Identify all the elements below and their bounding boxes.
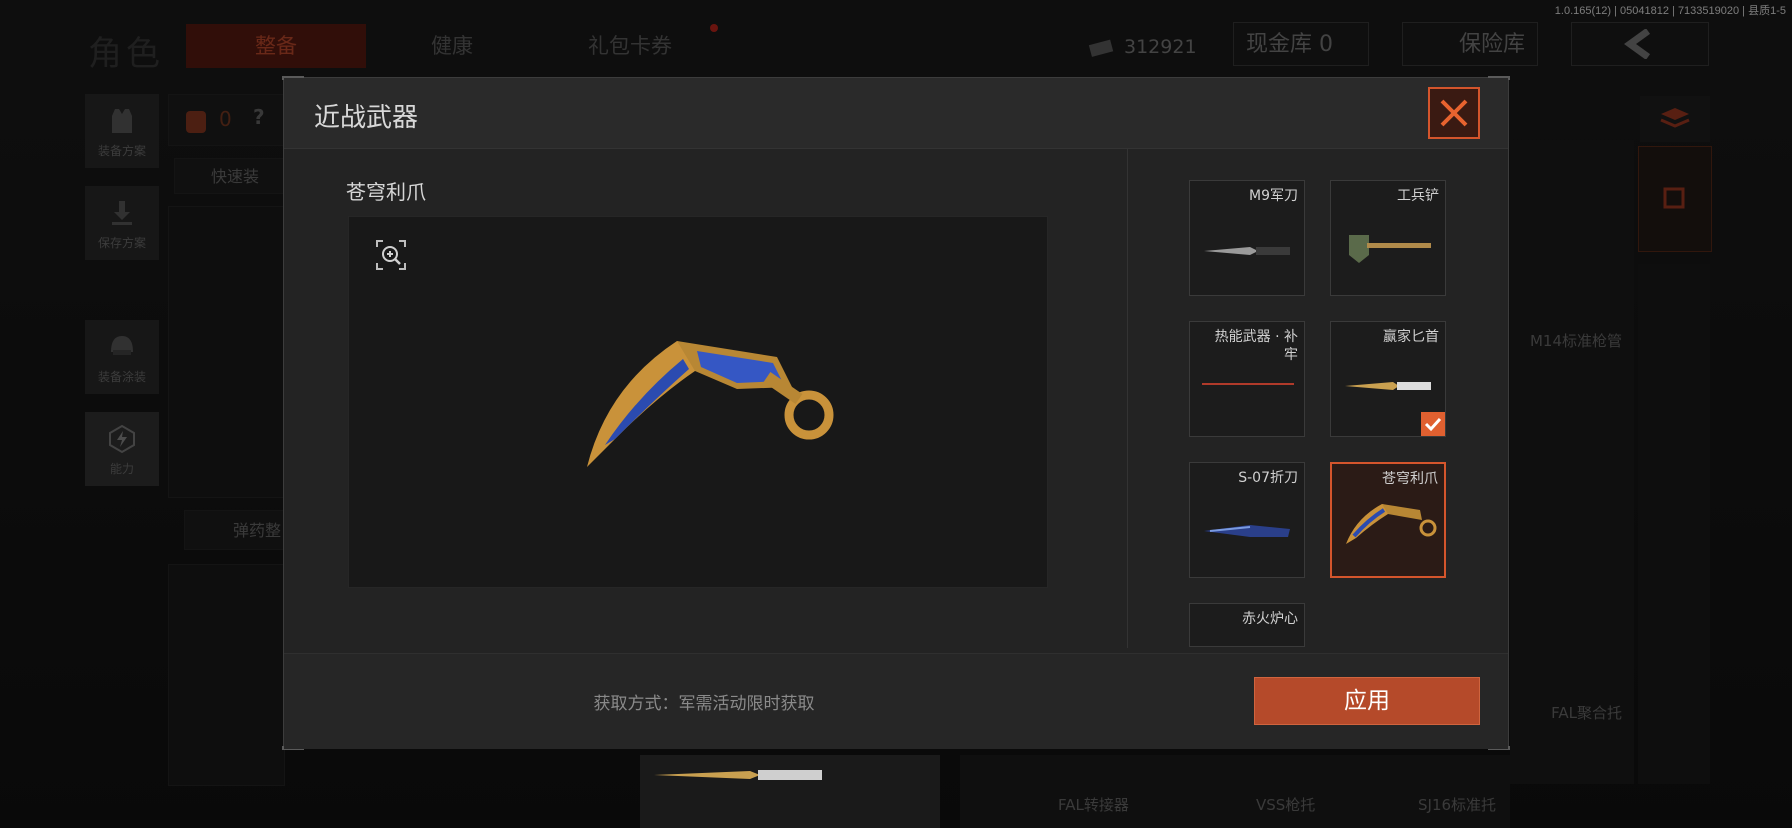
weapon-item-s07[interactable]: S-07折刀 bbox=[1189, 462, 1305, 578]
acquire-method: 获取方式：军需活动限时获取 bbox=[593, 694, 815, 714]
weapon-item-thermal[interactable]: 热能武器 · 补牢 bbox=[1189, 321, 1305, 437]
melee-weapon-dialog: 近战武器 苍穹利爪 M9军刀 工兵铲 热能武器 · 补牢 赢家匕首 S-07折刀… bbox=[282, 76, 1510, 750]
weapon-item-label: S-07折刀 bbox=[1238, 470, 1298, 486]
weapon-item-label: 赤火炉心 bbox=[1242, 611, 1298, 627]
weapon-item-shovel[interactable]: 工兵铲 bbox=[1330, 180, 1446, 296]
apply-button[interactable]: 应用 bbox=[1254, 677, 1480, 725]
weapon-item-label: 赢家匕首 bbox=[1383, 329, 1439, 345]
weapon-item-label: M9军刀 bbox=[1249, 188, 1298, 204]
equipped-knife-image bbox=[654, 770, 822, 780]
dialog-header: 近战武器 bbox=[284, 78, 1508, 149]
selected-weapon-name: 苍穹利爪 bbox=[346, 180, 426, 204]
equipped-check bbox=[1421, 412, 1445, 436]
close-button[interactable] bbox=[1428, 87, 1480, 139]
dialog-title: 近战武器 bbox=[314, 103, 419, 133]
weapon-item-winner-dagger[interactable]: 赢家匕首 bbox=[1330, 321, 1446, 437]
shovel-image bbox=[1349, 235, 1431, 263]
karambit-preview-image bbox=[587, 341, 834, 467]
check-icon bbox=[1424, 417, 1442, 432]
s07-knife-image bbox=[1204, 525, 1290, 537]
zoom-icon[interactable] bbox=[375, 239, 407, 271]
weapon-item-label: 苍穹利爪 bbox=[1382, 471, 1438, 487]
close-icon bbox=[1440, 99, 1468, 127]
weapon-item-label: 热能武器 · 补牢 bbox=[1214, 329, 1298, 363]
weapon-item-karambit[interactable]: 苍穹利爪 bbox=[1330, 462, 1446, 578]
equipped-melee-slot[interactable] bbox=[640, 755, 940, 828]
weapon-item-redfire[interactable]: 赤火炉心 bbox=[1189, 603, 1305, 647]
thermal-blade-image bbox=[1202, 383, 1294, 385]
weapon-item-m9[interactable]: M9军刀 bbox=[1189, 180, 1305, 296]
panel-divider bbox=[1127, 148, 1128, 648]
weapon-preview[interactable] bbox=[348, 216, 1048, 588]
karambit-thumb-image bbox=[1346, 504, 1437, 544]
m9-knife-image bbox=[1204, 247, 1290, 255]
weapon-item-label: 工兵铲 bbox=[1397, 188, 1439, 204]
winner-dagger-image bbox=[1345, 382, 1431, 390]
